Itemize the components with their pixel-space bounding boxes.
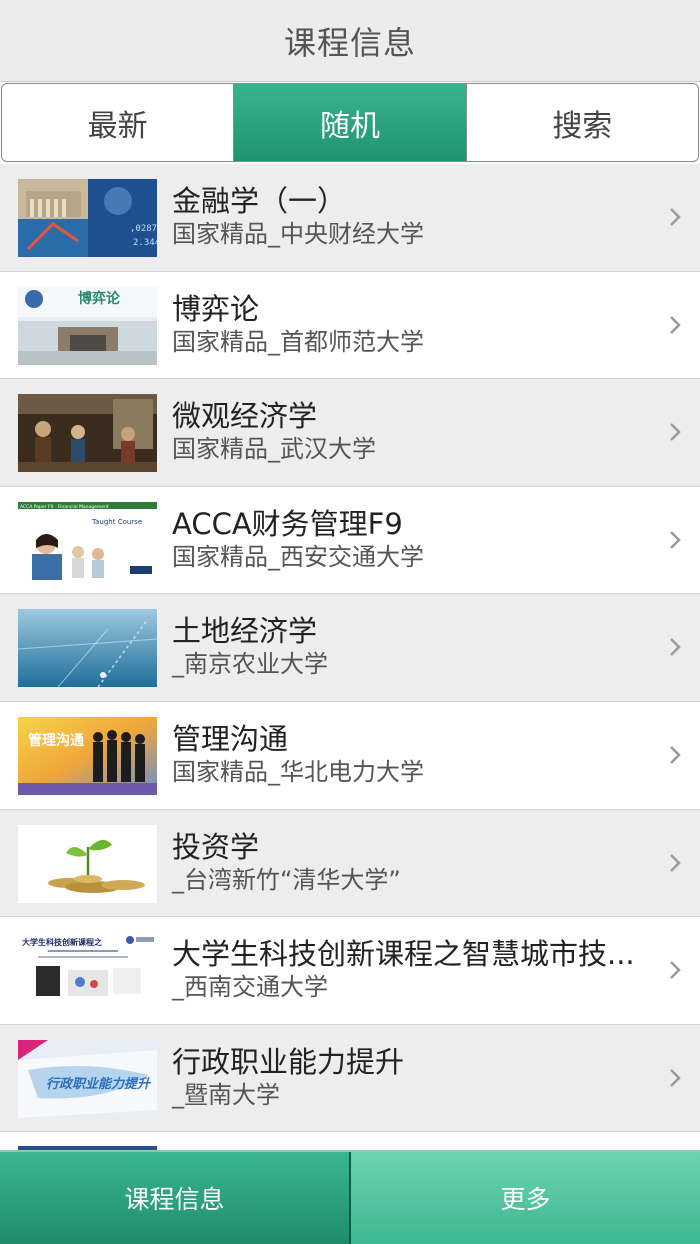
chevron-right-icon	[670, 853, 681, 872]
oil-painting-thumb	[18, 394, 157, 473]
chevron-right-icon	[670, 315, 681, 334]
thumb-label: 管理沟通	[28, 732, 84, 749]
course-row[interactable]: 大学生科技创新课程之 大学生科技创新课程之智慧城市技... _西南交通大学	[0, 917, 700, 1025]
nav-more-button[interactable]: 更多	[351, 1152, 700, 1244]
course-title: 微观经济学	[172, 399, 318, 434]
course-title: 大学生科技创新课程之智慧城市技...	[172, 937, 635, 972]
game-theory-gate-thumb: 博弈论	[18, 286, 157, 365]
course-title: 投资学	[172, 829, 260, 864]
course-row[interactable]: 微观经济学 国家精品_武汉大学	[0, 379, 700, 487]
course-row[interactable]: ACCA Paper F9 - Financial Management Tau…	[0, 486, 700, 595]
course-subtitle: 国家精品_中央财经大学	[172, 220, 424, 248]
thumb-label: 行政职业能力提升	[46, 1076, 152, 1092]
course-row[interactable]: 博弈论 博弈论 国家精品_首都师范大学	[0, 271, 700, 380]
business-team-thumb: 管理沟通	[18, 716, 157, 795]
course-title: ACCA财务管理F9	[172, 506, 403, 541]
course-title: 博弈论	[172, 291, 260, 326]
course-title: 金融学（一）	[172, 184, 347, 218]
tab-latest[interactable]: 最新	[2, 84, 235, 161]
tab-random[interactable]: 随机	[234, 84, 467, 161]
chevron-right-icon	[670, 638, 681, 657]
course-row[interactable]	[0, 1132, 700, 1150]
admin-skills-thumb: 行政职业能力提升	[18, 1039, 157, 1118]
chevron-right-icon	[670, 530, 681, 549]
chevron-right-icon	[670, 1068, 681, 1087]
course-subtitle: 国家精品_武汉大学	[172, 435, 376, 464]
course-title: 土地经济学	[172, 614, 318, 649]
course-subtitle: _暨南大学	[172, 1080, 280, 1109]
chevron-right-icon	[670, 746, 681, 764]
course-row[interactable]: 投资学 _台湾新竹“清华大学”	[0, 809, 700, 918]
course-row[interactable]: ,0287 2.344 金融学（一） 国家精品_中央财经大学	[0, 164, 700, 272]
course-subtitle: _西南交通大学	[172, 973, 328, 1002]
tab-search[interactable]: 搜索	[467, 84, 698, 161]
thumb-label: 博弈论	[78, 290, 121, 307]
course-subtitle: _台湾新竹“清华大学”	[172, 865, 401, 894]
tab-bar: 最新 随机 搜索	[0, 82, 700, 164]
chevron-right-icon	[670, 423, 681, 442]
chevron-right-icon	[670, 208, 681, 226]
bottom-nav: 课程信息 更多	[0, 1150, 700, 1244]
course-row[interactable]: 行政职业能力提升 行政职业能力提升 _暨南大学	[0, 1024, 700, 1133]
course-title: 管理沟通	[172, 721, 289, 756]
course-subtitle: 国家精品_西安交通大学	[172, 542, 424, 571]
course-row[interactable]: 管理沟通 管理沟通 国家精品_华北电力大学	[0, 701, 700, 810]
blue-field-thumb	[18, 609, 157, 688]
plant-coins-thumb	[18, 824, 157, 903]
course-subtitle: 国家精品_首都师范大学	[172, 327, 424, 356]
course-row[interactable]: 土地经济学 _南京农业大学	[0, 594, 700, 702]
thumb-label: ACCA Paper F9 - Financial Management	[20, 504, 109, 510]
course-title: 行政职业能力提升	[172, 1044, 405, 1079]
chevron-right-icon	[670, 961, 681, 980]
course-subtitle: _南京农业大学	[172, 650, 328, 679]
innovation-slide-thumb: 大学生科技创新课程之	[18, 932, 157, 1011]
course-subtitle: 国家精品_华北电力大学	[172, 757, 424, 786]
finance-building-thumb: ,0287 2.344	[18, 179, 157, 257]
course-list[interactable]: ,0287 2.344 金融学（一） 国家精品_中央财经大学 博弈论 博弈	[0, 164, 700, 1150]
svg-text:,0287: ,0287	[130, 224, 157, 234]
nav-course-info-button[interactable]: 课程信息	[0, 1152, 351, 1244]
thumb-label: Taught Course	[91, 518, 142, 526]
app-header: 课程信息	[0, 0, 700, 82]
acca-slide-thumb: ACCA Paper F9 - Financial Management Tau…	[18, 501, 157, 580]
svg-text:2.344: 2.344	[133, 238, 157, 248]
page-title: 课程信息	[283, 23, 416, 62]
thumb-label: 大学生科技创新课程之	[22, 937, 102, 947]
